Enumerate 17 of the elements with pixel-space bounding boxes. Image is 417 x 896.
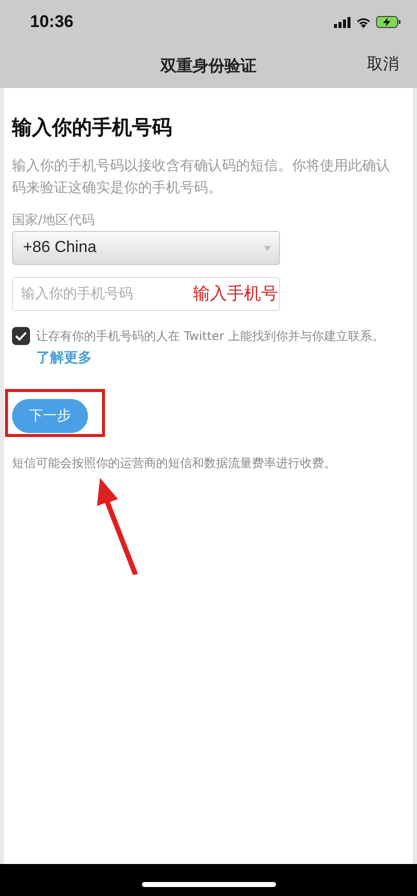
annotation-text: 输入手机号 bbox=[193, 283, 278, 305]
country-code-dropdown[interactable]: +86 China bbox=[12, 231, 280, 265]
signal-icon bbox=[334, 16, 351, 28]
caret-icon bbox=[264, 246, 271, 250]
home-indicator[interactable] bbox=[142, 882, 276, 886]
check-icon bbox=[15, 331, 27, 341]
nav-title: 双重身份验证 bbox=[160, 56, 256, 76]
sms-fee-note: 短信可能会按照你的运营商的短信和数据流量费率进行收费。 bbox=[12, 455, 337, 472]
description-text: 输入你的手机号码以接收含有确认码的短信。你将使用此确认码来验证这确实是你的手机号码。 bbox=[12, 157, 391, 198]
status-time: 10:36 bbox=[30, 12, 74, 32]
country-code-label: 国家/地区代码 bbox=[12, 212, 96, 229]
cancel-button[interactable]: 取消 bbox=[367, 54, 399, 75]
discover-text: 让存有你的手机号码的人在 Twitter 上能找到你并与你建立联系。 了解更多 bbox=[36, 328, 385, 368]
page-heading: 输入你的手机号码 bbox=[12, 114, 173, 141]
discover-checkbox[interactable] bbox=[12, 327, 30, 345]
battery-charging-icon bbox=[376, 16, 401, 28]
wifi-icon bbox=[356, 16, 371, 28]
